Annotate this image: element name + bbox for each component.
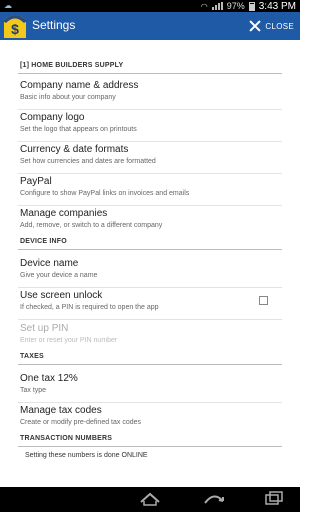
row-divider: [18, 109, 282, 110]
page-title: Settings: [32, 18, 76, 32]
logo-symbol: $: [11, 21, 19, 37]
setting-currency-date-formats[interactable]: Currency & date formats Set how currenci…: [0, 144, 300, 174]
setting-device-name[interactable]: Device name Give your device a name: [0, 258, 300, 288]
setting-set-up-pin: Set up PIN Enter or reset your PIN numbe…: [0, 323, 300, 351]
setting-subtitle: Add, remove, or switch to a different co…: [20, 222, 163, 229]
setting-subtitle: Enter or reset your PIN number: [20, 337, 118, 344]
section-title: DEVICE INFO: [20, 238, 67, 245]
setting-title: Manage tax codes: [20, 405, 102, 416]
navigation-bar: [0, 487, 300, 512]
setting-company-logo[interactable]: Company logo Set the logo that appears o…: [0, 112, 300, 142]
setting-title: Device name: [20, 258, 79, 269]
row-divider: [18, 173, 282, 174]
section-divider: [18, 249, 282, 250]
section-title: TAXES: [20, 353, 44, 360]
battery-percent: 97%: [226, 1, 245, 11]
setting-subtitle: Set how currencies and dates are formatt…: [20, 158, 156, 165]
setting-title: One tax 12%: [20, 373, 78, 384]
home-icon[interactable]: [202, 491, 226, 507]
close-button[interactable]: CLOSE: [249, 18, 294, 34]
setting-paypal[interactable]: PayPal Configure to show PayPal links on…: [0, 176, 300, 206]
section-divider: [18, 73, 282, 74]
section-divider: [18, 446, 282, 447]
battery-icon: [248, 1, 255, 11]
section-divider: [18, 364, 282, 365]
status-bar: ☁ ◠ 97% 3:43 PM: [0, 0, 300, 12]
clock: 3:43 PM: [258, 0, 296, 12]
status-icons: ◠ 97% 3:43 PM: [201, 0, 296, 12]
setting-subtitle: Create or modify pre-defined tax codes: [20, 419, 142, 426]
row-divider: [18, 141, 282, 142]
section-header-company: [1] HOME BUILDERS SUPPLY: [0, 62, 300, 74]
setting-title: PayPal: [20, 176, 52, 187]
close-label: CLOSE: [265, 21, 294, 31]
row-divider: [18, 205, 282, 206]
row-divider: [18, 402, 282, 403]
setting-tax-type[interactable]: One tax 12% Tax type: [0, 373, 300, 403]
setting-title: Manage companies: [20, 208, 108, 219]
setting-subtitle: Basic info about your company: [20, 94, 116, 101]
setting-title: Currency & date formats: [20, 144, 129, 155]
setting-subtitle: Set the logo that appears on printouts: [20, 126, 137, 133]
setting-use-screen-unlock[interactable]: Use screen unlock If checked, a PIN is r…: [0, 290, 300, 320]
section-header-device-info: DEVICE INFO: [0, 238, 300, 250]
setting-title: Use screen unlock: [20, 290, 103, 301]
setting-subtitle: If checked, a PIN is required to open th…: [20, 304, 159, 311]
row-divider: [18, 287, 282, 288]
app-logo-icon[interactable]: $: [3, 14, 27, 38]
setting-title: Company name & address: [20, 80, 139, 91]
setting-subtitle: Tax type: [20, 387, 47, 394]
row-divider: [18, 319, 282, 320]
section-header-taxes: TAXES: [0, 353, 300, 365]
section-header-transaction-numbers: TRANSACTION NUMBERS: [0, 435, 300, 447]
setting-manage-companies[interactable]: Manage companies Add, remove, or switch …: [0, 208, 300, 236]
setting-title: Company logo: [20, 112, 85, 123]
setting-company-name-address[interactable]: Company name & address Basic info about …: [0, 80, 300, 110]
setting-subtitle: Configure to show PayPal links on invoic…: [20, 190, 190, 197]
cloud-icon: ☁: [4, 1, 12, 10]
setting-title: Set up PIN: [20, 323, 69, 334]
wifi-icon: ◠: [200, 1, 208, 11]
setting-subtitle: Give your device a name: [20, 272, 98, 279]
section-title: [1] HOME BUILDERS SUPPLY: [20, 62, 124, 69]
transaction-numbers-note: Setting these numbers is done ONLINE: [25, 452, 148, 459]
recent-apps-icon[interactable]: [262, 491, 286, 507]
screen-unlock-checkbox[interactable]: [259, 296, 268, 305]
signal-icon: [211, 2, 223, 10]
back-icon[interactable]: [138, 491, 162, 507]
setting-manage-tax-codes[interactable]: Manage tax codes Create or modify pre-de…: [0, 405, 300, 433]
section-title: TRANSACTION NUMBERS: [20, 435, 113, 442]
settings-list: [1] HOME BUILDERS SUPPLY Company name & …: [0, 40, 300, 487]
action-bar: $ Settings CLOSE: [0, 12, 300, 40]
close-icon: [249, 20, 261, 32]
